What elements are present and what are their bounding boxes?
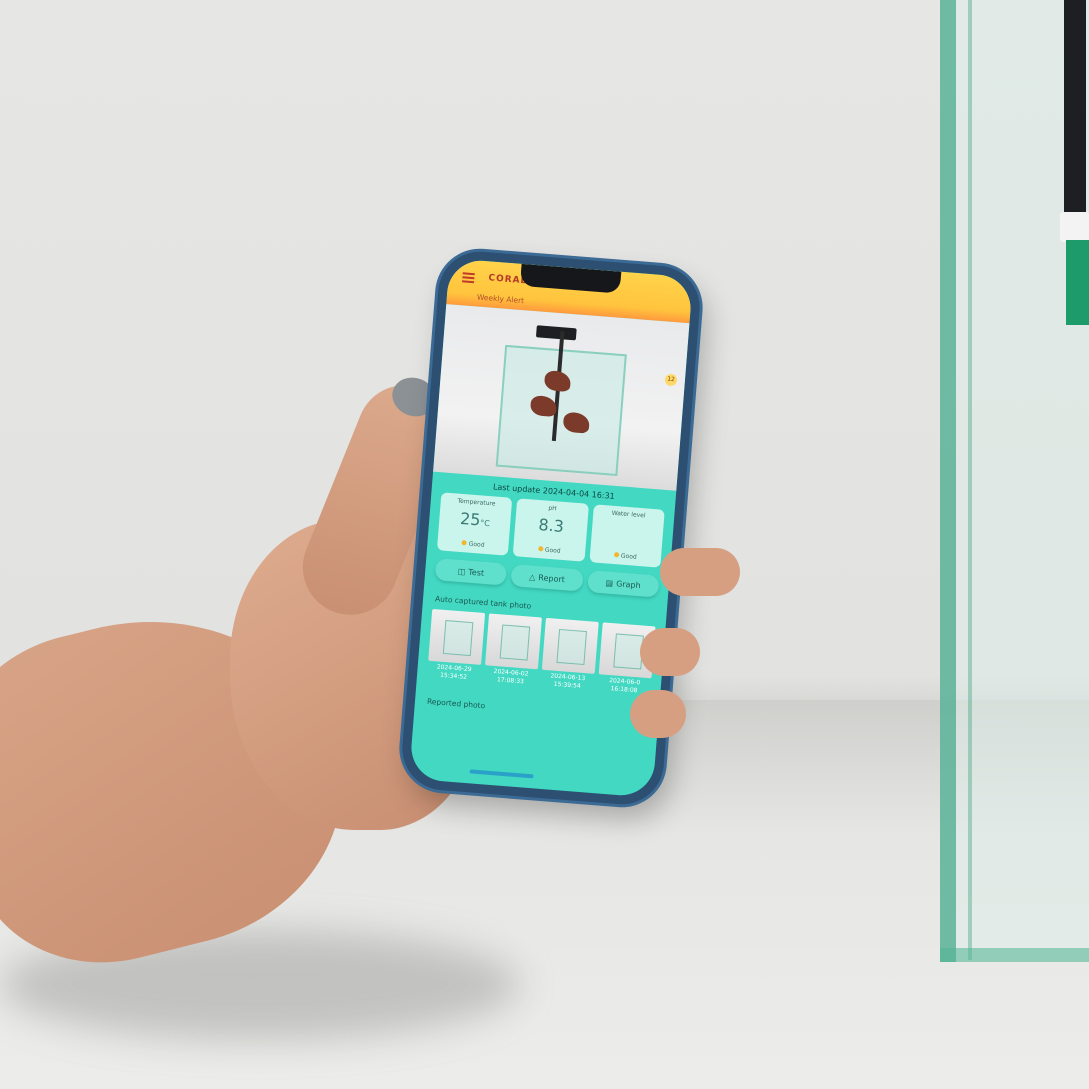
test-label: Test — [468, 567, 485, 578]
warning-triangle-icon: △ — [528, 571, 536, 582]
status-text: Good — [468, 540, 485, 549]
hamburger-icon[interactable] — [462, 272, 475, 284]
photo-date: 2024-06-29 15:34:52 — [427, 663, 481, 683]
hero-device — [535, 325, 577, 341]
sun-icon — [613, 552, 620, 558]
device-rod — [1064, 0, 1086, 215]
card-status: Good — [589, 550, 661, 563]
ph-value: 8.3 — [537, 515, 565, 536]
water-level-value — [592, 519, 663, 525]
finger — [640, 628, 700, 676]
hero-coral — [562, 411, 591, 434]
photo-date: 2024-06-02 17:08:33 — [484, 667, 538, 687]
card-label: pH — [548, 504, 557, 513]
card-status: Good — [437, 538, 509, 551]
hero-tank — [495, 331, 627, 477]
report-button[interactable]: △ Report — [510, 564, 584, 592]
photo-date: 2024-06-13 15:39:54 — [540, 672, 594, 692]
graph-button[interactable]: ▤ Graph — [586, 570, 660, 598]
tank-edge — [968, 0, 972, 960]
test-tubes-icon: ◫ — [457, 566, 466, 576]
gallery-item[interactable]: 2024-06-29 15:34:52 — [427, 608, 486, 683]
tank-photo-thumbnail — [485, 613, 542, 670]
home-indicator[interactable] — [469, 769, 534, 779]
gallery-item[interactable]: 2024-06-02 17:08:33 — [484, 613, 542, 687]
hero-coral — [543, 370, 572, 393]
report-label: Report — [538, 572, 566, 584]
temperature-value: 25 — [459, 508, 482, 530]
tank-base — [940, 948, 1089, 962]
finger — [630, 690, 686, 738]
temperature-unit: °C — [479, 518, 491, 529]
ph-card[interactable]: pH 8.3 Good — [513, 498, 589, 562]
temperature-card[interactable]: Temperature 25°C Good — [436, 492, 513, 556]
status-panel: Last update 2024-04-04 16:31 Temperature… — [415, 478, 676, 724]
test-button[interactable]: ◫ Test — [434, 558, 508, 586]
weekly-alert-label[interactable]: Weekly Alert — [477, 292, 525, 305]
gallery-item[interactable]: 2024-06-13 15:39:54 — [540, 617, 599, 692]
tank-photo-thumbnail — [428, 608, 486, 665]
status-text: Good — [544, 546, 561, 555]
card-label: Temperature — [457, 497, 496, 508]
sun-icon — [461, 540, 468, 546]
photo-gallery: 2024-06-29 15:34:52 2024-06-02 17:08:33 20… — [427, 608, 656, 696]
reading-cards: Temperature 25°C Good pH 8.3 Good Water … — [436, 492, 665, 568]
water-level-card[interactable]: Water level Good — [589, 504, 665, 568]
device-sensor — [1066, 240, 1089, 325]
tank-photo-thumbnail — [541, 617, 599, 674]
card-label: Water level — [611, 509, 646, 520]
tank-sensor-device — [1060, 0, 1089, 330]
hero-coral — [529, 395, 558, 418]
reported-photo-title: Reported photo — [426, 696, 486, 711]
device-cap — [1060, 212, 1089, 242]
status-text: Good — [620, 552, 637, 561]
card-value: 25°C — [439, 507, 512, 532]
chart-icon: ▤ — [605, 577, 614, 588]
finger — [660, 548, 740, 596]
card-status: Good — [513, 544, 585, 557]
alert-badge: 12 — [664, 373, 678, 387]
graph-label: Graph — [615, 578, 642, 590]
sun-icon — [537, 546, 544, 552]
tank-hero-image: 12 — [433, 304, 690, 491]
